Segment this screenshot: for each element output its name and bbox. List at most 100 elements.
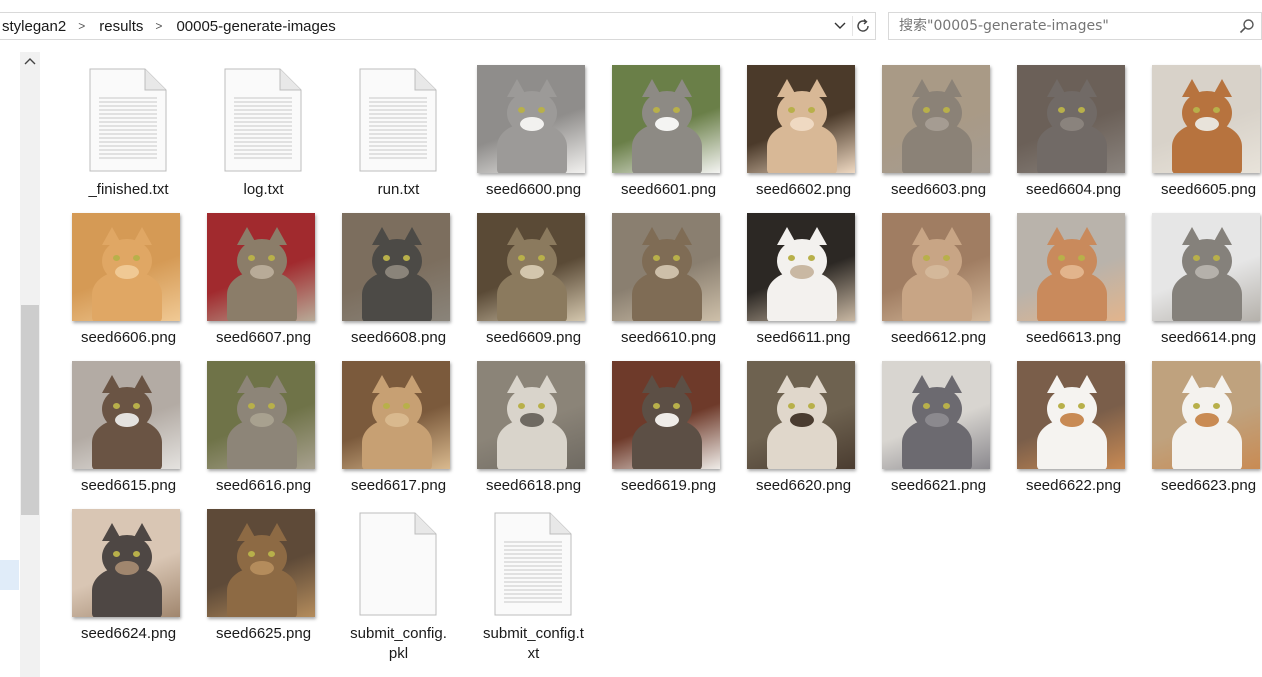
file-item[interactable]: seed6604.png — [1007, 60, 1133, 206]
image-thumbnail — [342, 213, 450, 321]
file-name: seed6602.png — [755, 181, 852, 198]
text-file-icon — [359, 68, 437, 172]
file-item[interactable]: seed6602.png — [737, 60, 863, 206]
explorer-toolbar: stylegan2 > results > 00005-generate-ima… — [0, 0, 1262, 52]
file-item[interactable]: seed6610.png — [602, 208, 728, 354]
file-item[interactable]: seed6623.png — [1142, 356, 1262, 502]
image-thumbnail — [1017, 65, 1125, 173]
file-name: seed6605.png — [1160, 181, 1257, 198]
file-icon — [359, 512, 437, 616]
search-input[interactable] — [897, 17, 1231, 35]
file-item[interactable]: seed6621.png — [872, 356, 998, 502]
file-item[interactable]: run.txt — [332, 60, 458, 206]
file-name: seed6603.png — [890, 181, 987, 198]
file-item[interactable]: seed6600.png — [467, 60, 593, 206]
file-name: submit_config. pkl — [350, 625, 447, 662]
image-thumbnail — [882, 65, 990, 173]
file-item[interactable]: seed6616.png — [197, 356, 323, 502]
file-item[interactable]: _finished.txt — [62, 60, 188, 206]
image-thumbnail — [747, 361, 855, 469]
breadcrumb-separator[interactable]: > — [155, 19, 162, 33]
file-name: seed6621.png — [890, 477, 987, 494]
file-name: seed6625.png — [215, 625, 312, 642]
file-item[interactable]: seed6620.png — [737, 356, 863, 502]
file-item[interactable]: seed6606.png — [62, 208, 188, 354]
image-thumbnail — [477, 213, 585, 321]
file-item[interactable]: seed6622.png — [1007, 356, 1133, 502]
file-name: seed6616.png — [215, 477, 312, 494]
image-thumbnail — [1152, 213, 1260, 321]
file-name: seed6618.png — [485, 477, 582, 494]
text-file-icon — [89, 68, 167, 172]
text-file-icon — [224, 68, 302, 172]
file-name: seed6617.png — [350, 477, 447, 494]
file-item[interactable]: seed6601.png — [602, 60, 728, 206]
image-thumbnail — [477, 361, 585, 469]
image-thumbnail — [72, 509, 180, 617]
file-item[interactable]: seed6614.png — [1142, 208, 1262, 354]
file-item[interactable]: seed6611.png — [737, 208, 863, 354]
refresh-icon[interactable] — [852, 16, 873, 36]
file-name: seed6601.png — [620, 181, 717, 198]
file-name: seed6608.png — [350, 329, 447, 346]
file-name: seed6612.png — [890, 329, 987, 346]
image-thumbnail — [342, 361, 450, 469]
file-item[interactable]: seed6625.png — [197, 504, 323, 650]
file-item[interactable]: seed6612.png — [872, 208, 998, 354]
file-item[interactable]: seed6607.png — [197, 208, 323, 354]
file-name: seed6610.png — [620, 329, 717, 346]
file-name: seed6613.png — [1025, 329, 1122, 346]
image-thumbnail — [747, 65, 855, 173]
file-name: _finished.txt — [88, 181, 169, 198]
breadcrumb-separator[interactable]: > — [78, 19, 85, 33]
image-thumbnail — [1152, 65, 1260, 173]
image-thumbnail — [1017, 213, 1125, 321]
search-box[interactable] — [888, 12, 1262, 40]
file-name: seed6620.png — [755, 477, 852, 494]
file-name: log.txt — [243, 181, 284, 198]
file-item[interactable]: seed6624.png — [62, 504, 188, 650]
file-name: submit_config.t xt — [483, 625, 584, 662]
search-icon[interactable] — [1239, 18, 1255, 34]
navigation-scrollbar-thumb[interactable] — [21, 305, 39, 515]
image-thumbnail — [72, 213, 180, 321]
breadcrumb-item-results[interactable]: results — [97, 18, 145, 35]
file-name: seed6600.png — [485, 181, 582, 198]
breadcrumb-item-stylegan2[interactable]: stylegan2 — [0, 18, 68, 35]
breadcrumb-item-current-folder[interactable]: 00005-generate-images — [174, 18, 337, 35]
image-thumbnail — [207, 509, 315, 617]
image-thumbnail — [612, 65, 720, 173]
chevron-down-icon[interactable] — [831, 17, 849, 35]
navigation-selected-item[interactable] — [0, 560, 19, 590]
file-name: seed6614.png — [1160, 329, 1257, 346]
file-item[interactable]: seed6608.png — [332, 208, 458, 354]
file-item[interactable]: seed6605.png — [1142, 60, 1262, 206]
image-thumbnail — [207, 213, 315, 321]
file-item[interactable]: seed6618.png — [467, 356, 593, 502]
image-thumbnail — [747, 213, 855, 321]
file-item[interactable]: seed6603.png — [872, 60, 998, 206]
image-thumbnail — [1152, 361, 1260, 469]
file-name: seed6622.png — [1025, 477, 1122, 494]
file-name: seed6611.png — [756, 329, 851, 346]
file-item[interactable]: submit_config.t xt — [467, 504, 593, 662]
file-item[interactable]: log.txt — [197, 60, 323, 206]
file-name: seed6624.png — [80, 625, 177, 642]
file-item[interactable]: seed6619.png — [602, 356, 728, 502]
address-bar[interactable]: stylegan2 > results > 00005-generate-ima… — [0, 12, 876, 40]
file-name: seed6607.png — [215, 329, 312, 346]
image-thumbnail — [477, 65, 585, 173]
file-name: seed6619.png — [620, 477, 717, 494]
chevron-up-icon[interactable] — [21, 52, 39, 70]
file-name: seed6623.png — [1160, 477, 1257, 494]
image-thumbnail — [207, 361, 315, 469]
file-name: run.txt — [377, 181, 420, 198]
image-thumbnail — [1017, 361, 1125, 469]
file-item[interactable]: seed6613.png — [1007, 208, 1133, 354]
image-thumbnail — [612, 213, 720, 321]
file-item[interactable]: seed6617.png — [332, 356, 458, 502]
file-item[interactable]: seed6615.png — [62, 356, 188, 502]
file-item[interactable]: seed6609.png — [467, 208, 593, 354]
image-thumbnail — [882, 361, 990, 469]
file-item[interactable]: submit_config. pkl — [332, 504, 458, 662]
